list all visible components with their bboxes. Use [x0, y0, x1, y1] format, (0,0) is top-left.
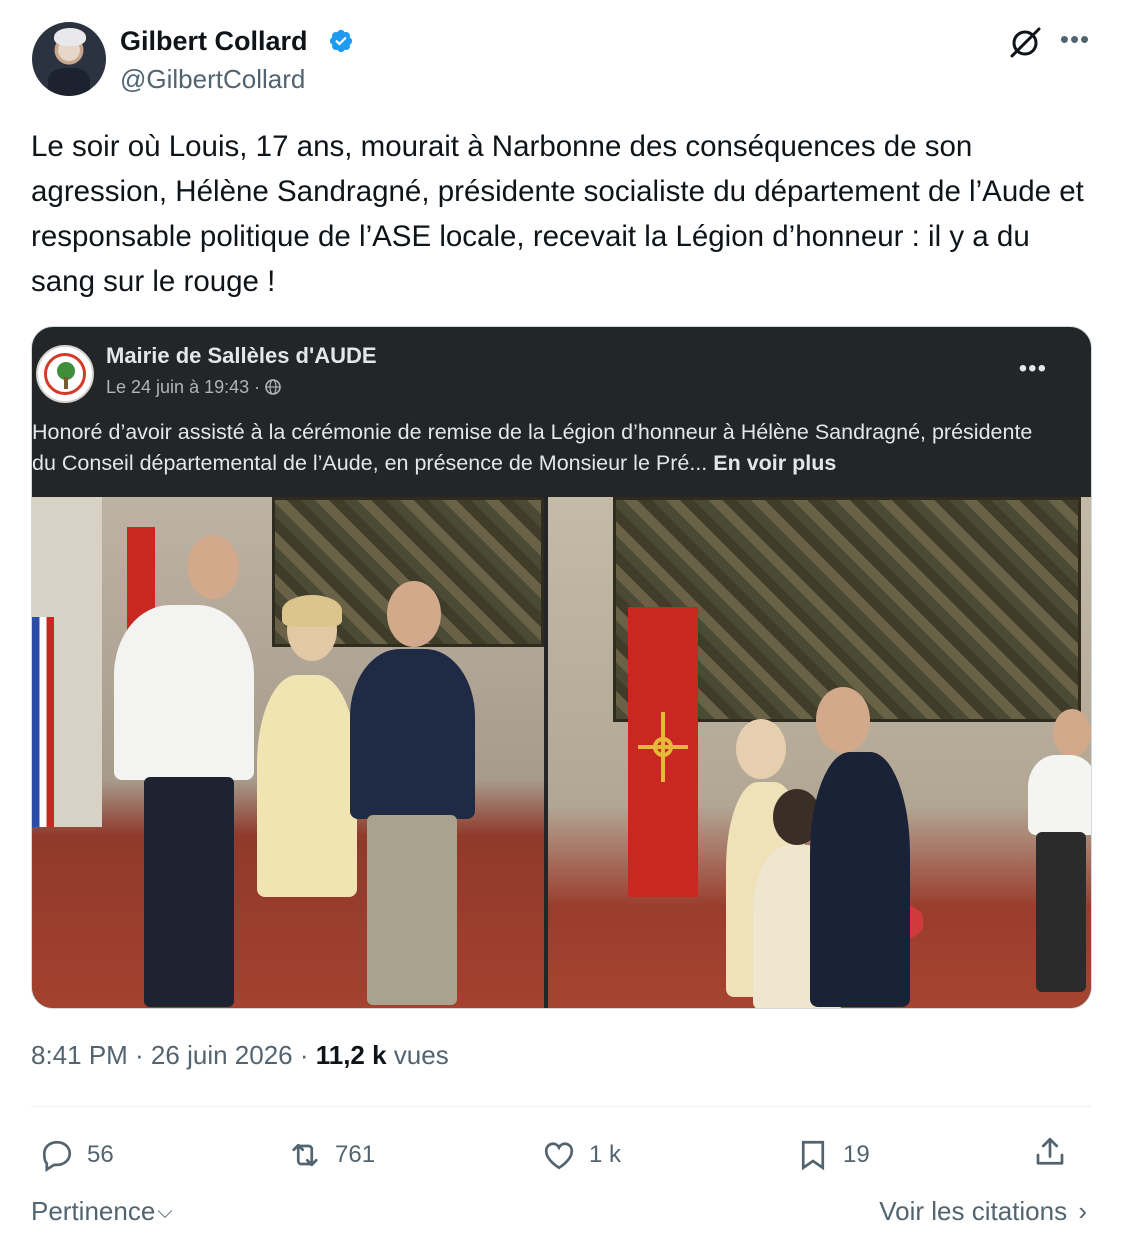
quotes-label: Voir les citations [879, 1196, 1068, 1226]
tweet-text: Le soir où Louis, 17 ans, mourait à Narb… [31, 130, 1084, 298]
mairie-logo-icon [36, 345, 94, 403]
embedded-more-icon: ••• [1018, 355, 1047, 382]
view-quotes-link[interactable]: Voir les citations › [879, 1196, 1087, 1227]
embedded-see-more: En voir plus [713, 451, 837, 475]
tweet-media-image[interactable]: Mairie de Sallèles d'AUDE Le 24 juin à 1… [31, 326, 1092, 1009]
embedded-page-name: Mairie de Sallèles d'AUDE [106, 343, 377, 368]
share-button[interactable] [1032, 1134, 1068, 1175]
author-avatar[interactable] [32, 22, 106, 96]
author-name[interactable]: Gilbert Collard [120, 26, 308, 57]
reply-button[interactable]: 56 [39, 1130, 114, 1180]
globe-icon [265, 379, 281, 395]
author-handle[interactable]: @GilbertCollard [120, 64, 305, 95]
embedded-date-text: Le 24 juin à 19:43 · [106, 377, 266, 397]
share-icon [1036, 1137, 1064, 1165]
occitan-cross-icon [638, 712, 688, 782]
grok-icon[interactable] [1008, 26, 1042, 60]
repost-icon [292, 1143, 318, 1167]
repost-count: 761 [335, 1141, 376, 1168]
bookmark-icon [801, 1140, 825, 1171]
photo-right [548, 497, 1091, 1008]
like-count: 1 k [589, 1141, 622, 1168]
tweet-actions: 56 761 1 k 19 [31, 1130, 1092, 1180]
embedded-text-body: Honoré d’avoir assisté à la cérémonie de… [32, 420, 1033, 475]
reply-icon [42, 1140, 72, 1173]
more-icon[interactable]: ••• [1058, 26, 1092, 60]
views-count: 11,2 k [315, 1040, 387, 1070]
embedded-post-date: Le 24 juin à 19:43 · [106, 377, 281, 398]
tweet-timestamp[interactable]: 8:41 PM · 26 juin 2026 · [31, 1040, 316, 1070]
verified-badge-icon[interactable] [328, 28, 354, 54]
embedded-post-text: Honoré d’avoir assisté à la cérémonie de… [32, 417, 1062, 479]
chevron-down-icon: ⌵ [157, 1201, 173, 1223]
bookmark-count: 19 [843, 1141, 870, 1168]
tweet-header: Gilbert Collard @GilbertCollard ••• [32, 22, 1092, 102]
photo-left [32, 497, 544, 1008]
sort-label: Pertinence [31, 1196, 156, 1226]
like-button[interactable]: 1 k [541, 1130, 621, 1180]
views-label: vues [386, 1040, 449, 1070]
divider-line [31, 1106, 1092, 1107]
repost-button[interactable]: 761 [287, 1130, 375, 1180]
tweet-meta: 8:41 PM · 26 juin 2026 · 11,2 k vues [31, 1040, 449, 1071]
reply-count: 56 [87, 1141, 114, 1168]
sort-dropdown[interactable]: Pertinence ⌵ [31, 1196, 172, 1227]
chevron-right-icon: › [1078, 1196, 1087, 1226]
heart-icon [544, 1142, 574, 1170]
bookmark-button[interactable]: 19 [795, 1130, 870, 1180]
